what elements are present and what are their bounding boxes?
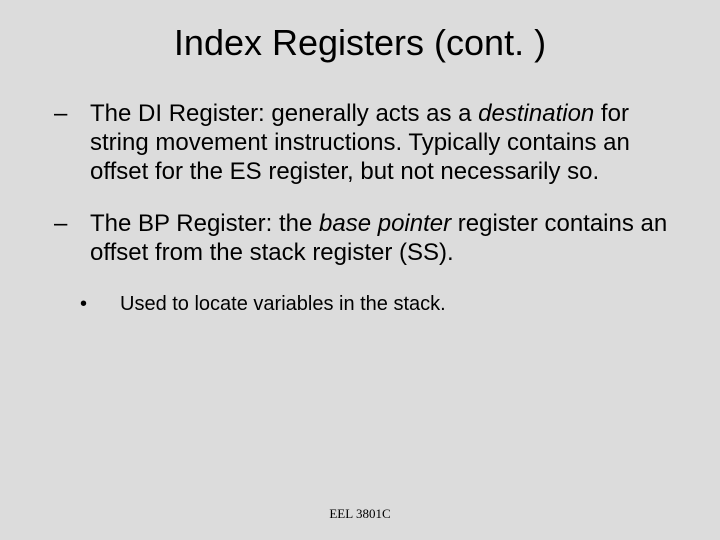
slide: Index Registers (cont. ) –The DI Registe… <box>0 0 720 540</box>
dash-icon: – <box>72 100 90 129</box>
slide-footer: EEL 3801C <box>0 506 720 522</box>
bullet-text-prefix: The DI Register: generally acts as a <box>90 100 478 127</box>
bullet-di-register: –The DI Register: generally acts as a de… <box>50 100 670 186</box>
bullet-bp-register: –The BP Register: the base pointer regis… <box>50 210 670 268</box>
bullet-text-prefix: The BP Register: the <box>90 210 319 237</box>
dash-icon: – <box>72 210 90 239</box>
slide-title: Index Registers (cont. ) <box>0 22 720 64</box>
slide-body: –The DI Register: generally acts as a de… <box>50 100 670 316</box>
subbullet-text: Used to locate variables in the stack. <box>120 293 446 315</box>
bullet-text-em: base pointer <box>319 210 451 237</box>
bullet-dot-icon: • <box>100 292 120 316</box>
subbullet-stack-variables: •Used to locate variables in the stack. <box>100 292 670 316</box>
bullet-text-em: destination <box>478 100 594 127</box>
